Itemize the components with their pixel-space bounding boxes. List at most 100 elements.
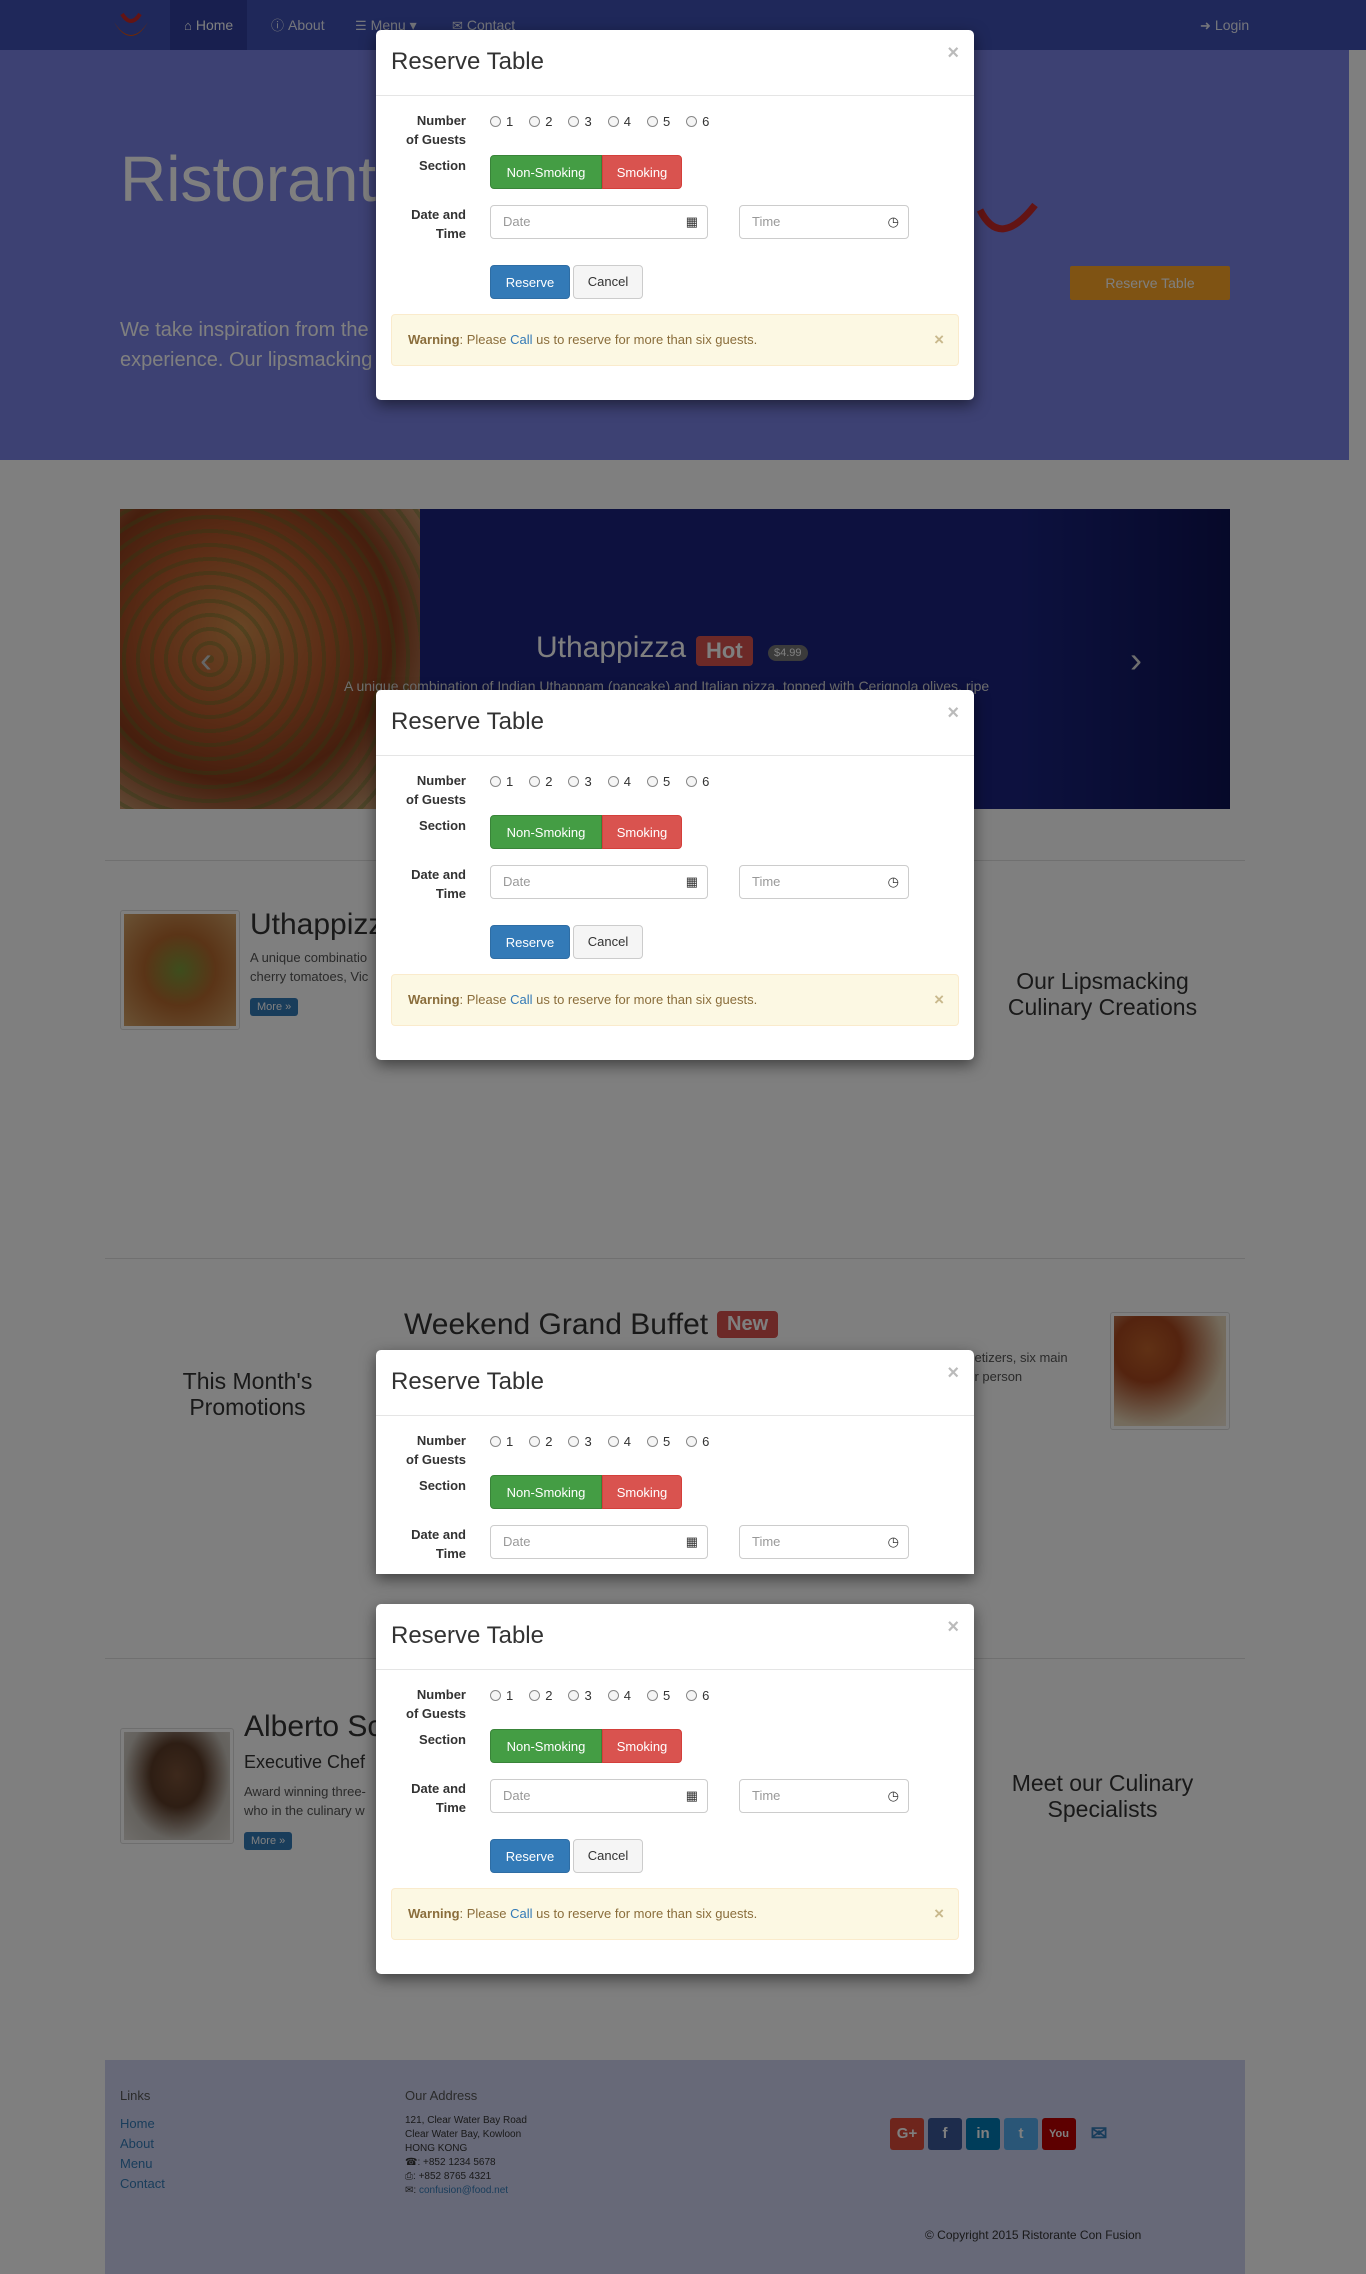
cancel-button[interactable]: Cancel xyxy=(573,265,643,299)
guest-option-4[interactable]: 4 xyxy=(607,1434,631,1449)
datetime-label: Date and Time xyxy=(411,1781,466,1815)
guest-option-6[interactable]: 6 xyxy=(686,1434,709,1449)
time-input[interactable]: Time ◷ xyxy=(739,1525,909,1559)
section-label: Section xyxy=(419,1732,466,1747)
smoking-button[interactable]: Smoking xyxy=(602,815,682,849)
modal-title: Reserve Table xyxy=(391,48,544,75)
datetime-label: Date and Time xyxy=(411,1527,466,1561)
guest-option-4[interactable]: 4 xyxy=(607,774,631,789)
guest-option-6[interactable]: 6 xyxy=(686,1688,709,1703)
reserve-table-modal: Reserve Table × Number of Guests 1 2 345 6 S… xyxy=(376,1350,974,1574)
smoking-button[interactable]: Smoking xyxy=(602,155,682,189)
clock-icon[interactable]: ◷ xyxy=(888,206,899,238)
smoking-button[interactable]: Smoking xyxy=(602,1729,682,1763)
guest-option-2[interactable]: 2 xyxy=(529,1688,552,1703)
radio-icon[interactable] xyxy=(529,1690,541,1701)
smoking-button[interactable]: Smoking xyxy=(602,1475,682,1509)
radio-icon[interactable] xyxy=(568,776,580,787)
close-icon[interactable]: × xyxy=(934,975,944,1025)
radio-icon[interactable] xyxy=(607,1436,619,1447)
non-smoking-button[interactable]: Non-Smoking xyxy=(490,1729,602,1763)
non-smoking-button[interactable]: Non-Smoking xyxy=(490,155,602,189)
close-icon[interactable]: × xyxy=(947,42,959,65)
modal-header: Reserve Table × xyxy=(376,690,974,756)
guest-option-5[interactable]: 5 xyxy=(646,1688,670,1703)
guest-option-2[interactable]: 2 xyxy=(529,114,552,129)
time-input[interactable]: Time ◷ xyxy=(739,1779,909,1813)
radio-icon[interactable] xyxy=(607,1690,619,1701)
radio-icon[interactable] xyxy=(646,116,658,127)
date-input[interactable]: Date ▦ xyxy=(490,1525,708,1559)
radio-icon[interactable] xyxy=(686,776,698,787)
guest-option-1[interactable]: 1 xyxy=(490,114,513,129)
radio-icon[interactable] xyxy=(686,1690,698,1701)
radio-icon[interactable] xyxy=(607,776,619,787)
guests-radio-group: 1 2 345 6 xyxy=(490,774,725,789)
guest-option-2[interactable]: 2 xyxy=(529,774,552,789)
guest-option-1[interactable]: 1 xyxy=(490,774,513,789)
guest-option-4[interactable]: 4 xyxy=(607,114,631,129)
radio-icon[interactable] xyxy=(686,116,698,127)
clock-icon[interactable]: ◷ xyxy=(888,866,899,898)
close-icon[interactable]: × xyxy=(947,1362,959,1385)
calendar-icon[interactable]: ▦ xyxy=(686,866,698,898)
time-input[interactable]: Time ◷ xyxy=(739,865,909,899)
radio-icon[interactable] xyxy=(568,1436,580,1447)
clock-icon[interactable]: ◷ xyxy=(888,1780,899,1812)
non-smoking-button[interactable]: Non-Smoking xyxy=(490,815,602,849)
guests-label: Number of Guests xyxy=(406,1687,466,1721)
reserve-button[interactable]: Reserve xyxy=(490,265,570,299)
guest-option-5[interactable]: 5 xyxy=(646,774,670,789)
date-input[interactable]: Date ▦ xyxy=(490,865,708,899)
cancel-button[interactable]: Cancel xyxy=(573,925,643,959)
close-icon[interactable]: × xyxy=(934,315,944,365)
time-input[interactable]: Time ◷ xyxy=(739,205,909,239)
non-smoking-button[interactable]: Non-Smoking xyxy=(490,1475,602,1509)
radio-icon[interactable] xyxy=(646,1436,658,1447)
radio-icon[interactable] xyxy=(490,1436,501,1447)
radio-icon[interactable] xyxy=(490,776,501,787)
guest-option-6[interactable]: 6 xyxy=(686,774,709,789)
cancel-button[interactable]: Cancel xyxy=(573,1839,643,1873)
guest-option-5[interactable]: 5 xyxy=(646,114,670,129)
guest-option-2[interactable]: 2 xyxy=(529,1434,552,1449)
guest-option-5[interactable]: 5 xyxy=(646,1434,670,1449)
call-link[interactable]: Call xyxy=(510,1906,532,1921)
guest-option-1[interactable]: 1 xyxy=(490,1688,513,1703)
guest-option-3[interactable]: 3 xyxy=(568,1434,592,1449)
section-label: Section xyxy=(419,818,466,833)
close-icon[interactable]: × xyxy=(947,1616,959,1639)
call-link[interactable]: Call xyxy=(510,332,532,347)
calendar-icon[interactable]: ▦ xyxy=(686,1526,698,1558)
radio-icon[interactable] xyxy=(607,116,619,127)
date-input[interactable]: Date ▦ xyxy=(490,205,708,239)
calendar-icon[interactable]: ▦ xyxy=(686,1780,698,1812)
radio-icon[interactable] xyxy=(529,116,541,127)
reserve-button[interactable]: Reserve xyxy=(490,1839,570,1873)
radio-icon[interactable] xyxy=(568,1690,580,1701)
guest-option-4[interactable]: 4 xyxy=(607,1688,631,1703)
guest-option-6[interactable]: 6 xyxy=(686,114,709,129)
guest-option-3[interactable]: 3 xyxy=(568,114,592,129)
call-link[interactable]: Call xyxy=(510,992,532,1007)
radio-icon[interactable] xyxy=(529,1436,541,1447)
reserve-button[interactable]: Reserve xyxy=(490,925,570,959)
guests-radio-group: 1 2 345 6 xyxy=(490,114,725,129)
radio-icon[interactable] xyxy=(568,116,580,127)
radio-icon[interactable] xyxy=(646,1690,658,1701)
radio-icon[interactable] xyxy=(529,776,541,787)
radio-icon[interactable] xyxy=(646,776,658,787)
radio-icon[interactable] xyxy=(686,1436,698,1447)
guest-option-3[interactable]: 3 xyxy=(568,1688,592,1703)
warning-alert: Warning: Please Call us to reserve for m… xyxy=(391,974,959,1026)
close-icon[interactable]: × xyxy=(947,702,959,725)
guest-option-1[interactable]: 1 xyxy=(490,1434,513,1449)
date-input[interactable]: Date ▦ xyxy=(490,1779,708,1813)
guest-option-3[interactable]: 3 xyxy=(568,774,592,789)
calendar-icon[interactable]: ▦ xyxy=(686,206,698,238)
clock-icon[interactable]: ◷ xyxy=(888,1526,899,1558)
warning-alert: Warning: Please Call us to reserve for m… xyxy=(391,314,959,366)
radio-icon[interactable] xyxy=(490,1690,501,1701)
radio-icon[interactable] xyxy=(490,116,501,127)
close-icon[interactable]: × xyxy=(934,1889,944,1939)
